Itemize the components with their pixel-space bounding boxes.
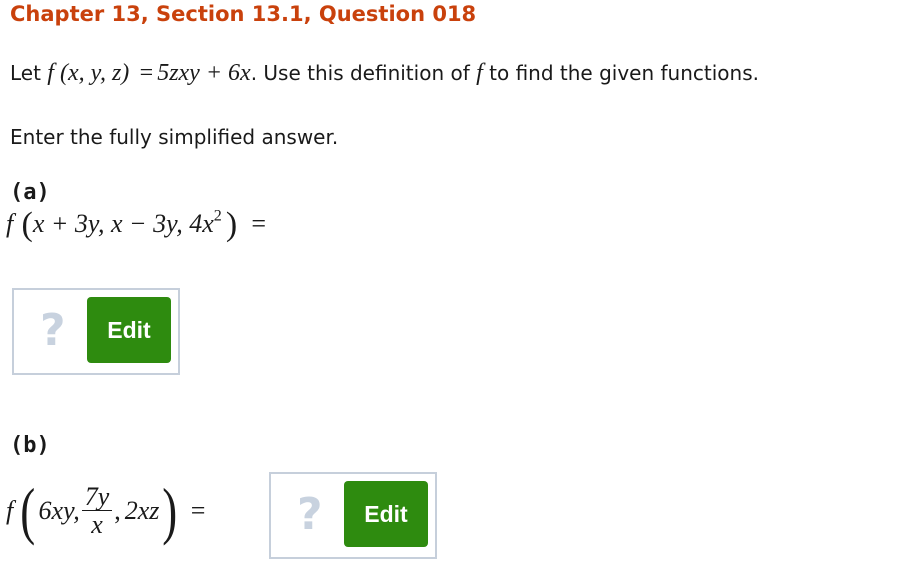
part-b-fraction: 7y x [81, 482, 113, 540]
part-b-edit-button[interactable]: Edit [344, 481, 428, 547]
part-a-args: x + 3y, x − 3y, 4x [32, 209, 214, 238]
intro-suffix-end: to find the given functions. [489, 61, 759, 85]
part-a-edit-button[interactable]: Edit [87, 297, 171, 363]
part-a-label: (a) [10, 180, 50, 205]
part-a-function: f [6, 209, 14, 238]
question-heading: Chapter 13, Section 13.1, Question 018 [10, 2, 477, 26]
part-b-comma: , [114, 496, 121, 525]
part-a-open-paren: ( [21, 206, 33, 243]
part-b-function: f [6, 496, 14, 525]
intro-suffix: . Use this definition of [250, 61, 470, 85]
part-b-fraction-denominator: x [91, 509, 103, 539]
intro-line: Let f (x, y, z) = 5zxy + 6x. Use this def… [10, 60, 759, 87]
part-a-expression: f (x + 3y, x − 3y, 4x2) = [6, 206, 266, 244]
function-definition-rhs: 5zxy + 6x [157, 60, 251, 86]
function-symbol: f [476, 60, 483, 86]
part-b-close-paren: ) [162, 475, 178, 546]
part-b-fraction-numerator: 7y [81, 482, 113, 511]
part-b-answer-box[interactable]: ? Edit [269, 472, 437, 559]
equals-sign: = [139, 60, 154, 86]
function-definition-lhs: f (x, y, z) [47, 60, 130, 86]
part-b-arg1: 6xy, [38, 496, 80, 525]
part-a-equals: = [251, 209, 267, 238]
part-b-arg3: 2xz [124, 496, 160, 525]
part-b-equals: = [190, 496, 206, 525]
part-a-close-paren: ) [225, 206, 238, 243]
part-b-expression: f ( 6xy, 7y x , 2xz ) = [6, 466, 205, 556]
part-a-answer-box[interactable]: ? Edit [12, 288, 180, 375]
part-b-open-paren: ( [20, 475, 36, 546]
placeholder-question-icon: ? [297, 489, 323, 540]
instruction-text: Enter the fully simplified answer. [10, 125, 339, 149]
placeholder-question-icon: ? [40, 305, 66, 356]
intro-prefix: Let [10, 61, 41, 85]
part-b-label: (b) [10, 433, 50, 458]
part-a-exponent: 2 [213, 207, 222, 225]
